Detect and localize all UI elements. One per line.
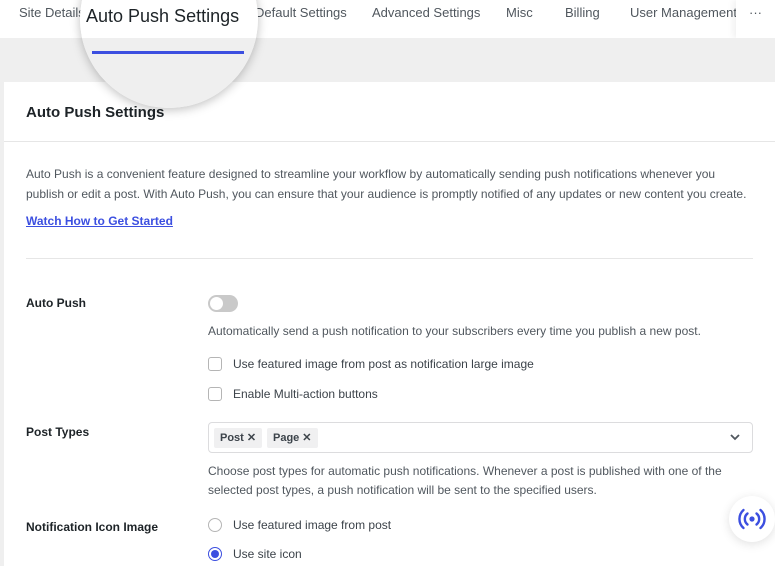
- featured-image-large-checkbox-row[interactable]: Use featured image from post as notifica…: [208, 357, 534, 371]
- radio-label: Use site icon: [233, 547, 302, 561]
- checkbox-label: Enable Multi-action buttons: [233, 387, 378, 401]
- radio-label: Use featured image from post: [233, 518, 392, 532]
- post-types-help-2: selected post types, a push notification…: [208, 483, 597, 497]
- more-tabs-button[interactable]: ···: [736, 0, 775, 38]
- post-types-select[interactable]: Post ✕ Page ✕: [208, 422, 753, 453]
- active-tab-indicator: [92, 51, 244, 54]
- tab-billing[interactable]: Billing: [565, 5, 600, 20]
- tab-default-settings[interactable]: Default Settings: [255, 5, 347, 20]
- post-type-chip: Post ✕: [214, 428, 263, 448]
- multi-action-checkbox[interactable]: [208, 387, 222, 401]
- divider: [26, 258, 753, 259]
- post-types-help-1: Choose post types for automatic push not…: [208, 464, 722, 478]
- auto-push-toggle[interactable]: [208, 295, 238, 312]
- tab-user-management[interactable]: User Management: [630, 5, 737, 20]
- post-types-label: Post Types: [26, 425, 90, 439]
- radio-site-icon[interactable]: Use site icon: [208, 547, 302, 561]
- tab-misc[interactable]: Misc: [506, 5, 533, 20]
- card-description: Auto Push is a convenient feature design…: [26, 167, 747, 201]
- auto-push-help: Automatically send a push notification t…: [208, 324, 701, 338]
- notification-icon-label: Notification Icon Image: [26, 520, 159, 534]
- radio-featured-image[interactable]: Use featured image from post: [208, 518, 391, 532]
- radio-button[interactable]: [208, 518, 222, 532]
- multi-action-checkbox-row[interactable]: Enable Multi-action buttons: [208, 387, 378, 401]
- post-type-chip: Page ✕: [267, 428, 318, 448]
- checkbox-label: Use featured image from post as notifica…: [233, 357, 534, 371]
- tab-auto-push-settings-active[interactable]: Auto Push Settings: [86, 6, 239, 27]
- chevron-down-icon[interactable]: [728, 430, 742, 444]
- tab-site-details[interactable]: Site Details: [19, 5, 85, 20]
- divider: [4, 141, 775, 142]
- watch-tutorial-link[interactable]: Watch How to Get Started: [26, 214, 173, 228]
- tab-advanced-settings[interactable]: Advanced Settings: [372, 5, 480, 20]
- remove-chip-icon[interactable]: ✕: [302, 432, 311, 444]
- radio-button-selected[interactable]: [208, 547, 222, 561]
- toggle-knob: [210, 297, 223, 310]
- magnifier-highlight: Auto Push Settings: [80, 0, 258, 108]
- remove-chip-icon[interactable]: ✕: [247, 432, 256, 444]
- auto-push-label: Auto Push: [26, 296, 86, 310]
- broadcast-button[interactable]: [729, 496, 775, 542]
- featured-image-large-checkbox[interactable]: [208, 357, 222, 371]
- auto-push-settings-card: Auto Push Settings Auto Push is a conven…: [4, 82, 775, 566]
- broadcast-icon: [738, 508, 766, 530]
